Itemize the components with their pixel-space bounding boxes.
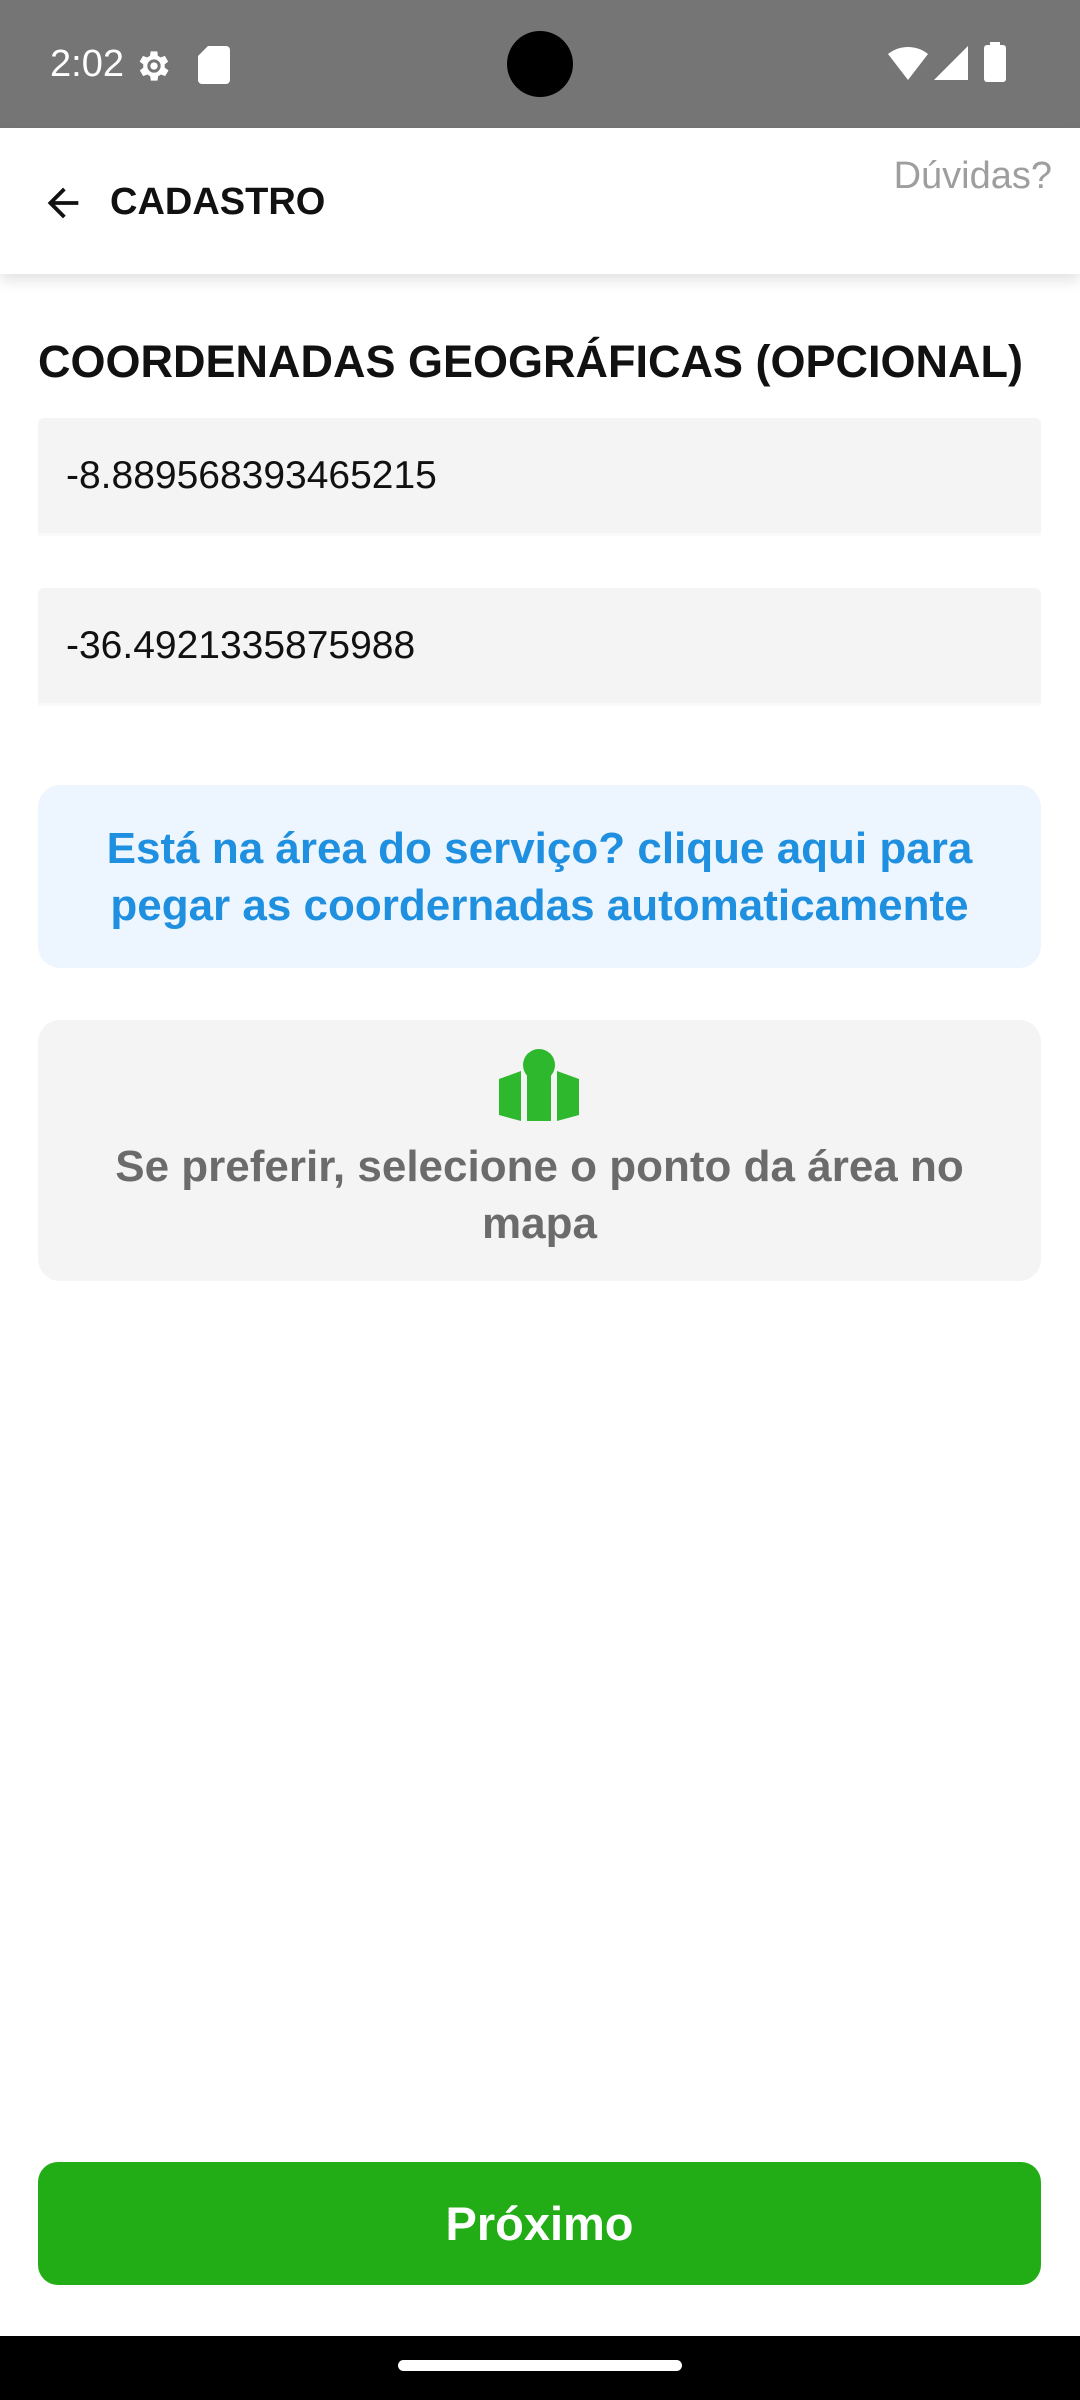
app-header: CADASTRO Dúvidas? [0,128,1080,274]
sd-card-icon [198,46,230,84]
status-bar: 2:02 [0,0,1080,128]
camera-cutout [507,31,573,97]
arrow-left-icon [47,187,79,219]
longitude-input[interactable] [64,622,1015,669]
status-time: 2:02 [50,43,124,85]
wifi-icon [888,46,928,80]
home-indicator[interactable] [398,2360,682,2371]
next-button[interactable]: Próximo [38,2162,1041,2285]
map-pin-icon [499,1049,579,1121]
help-link[interactable]: Dúvidas? [894,152,1052,200]
page-title: CADASTRO [110,181,326,223]
signal-icon [934,46,968,80]
battery-icon [984,42,1006,82]
section-title: COORDENADAS GEOGRÁFICAS (OPCIONAL) [38,336,1024,387]
navigation-bar [0,2336,1080,2400]
longitude-field-container [38,588,1041,706]
settings-gear-icon [139,51,169,81]
latitude-input[interactable] [64,452,1015,499]
back-button[interactable] [30,170,96,236]
select-on-map-label: Se preferir, selecione o ponto da área n… [115,1142,964,1248]
auto-coordinates-label: Está na área do serviço? clique aqui par… [106,823,973,930]
latitude-field-container [38,418,1041,536]
auto-coordinates-button[interactable]: Está na área do serviço? clique aqui par… [38,785,1041,968]
select-on-map-button[interactable]: Se preferir, selecione o ponto da área n… [38,1020,1041,1281]
